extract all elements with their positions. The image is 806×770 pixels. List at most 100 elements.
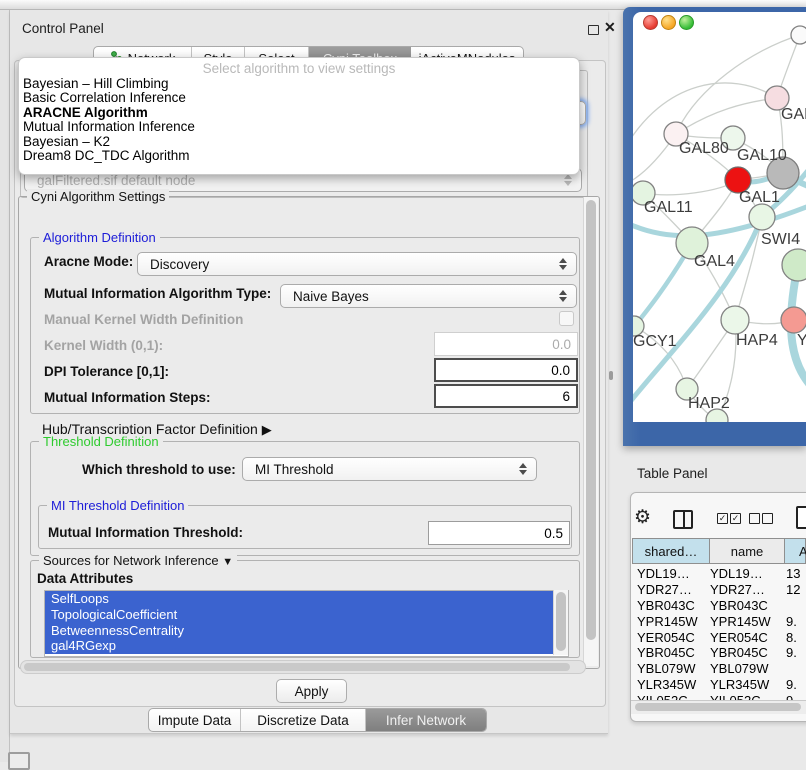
node-swi4[interactable] xyxy=(749,204,775,230)
left-dock-strip xyxy=(0,10,10,762)
float-window-icon[interactable] xyxy=(588,25,599,35)
sources-group-label: Sources for Network Inference xyxy=(43,553,219,568)
mi-type-combo[interactable]: Naive Bayes xyxy=(280,284,577,308)
tab-infer-network[interactable]: Infer Network xyxy=(366,709,486,731)
table-row[interactable]: YIL052C YIL052C 9 xyxy=(630,693,806,700)
cell: 8. xyxy=(786,630,806,646)
scrollbar-thumb[interactable] xyxy=(635,703,801,711)
node[interactable] xyxy=(782,249,806,281)
cell: YLR345W xyxy=(707,677,786,693)
gear-icon[interactable]: ⚙ xyxy=(634,506,651,529)
group-title: Threshold Definition xyxy=(39,434,163,449)
node-hap4[interactable] xyxy=(721,306,749,334)
list-item[interactable]: gal4RGexp xyxy=(45,638,568,654)
apply-button[interactable]: Apply xyxy=(276,679,347,703)
table-horizontal-scrollbar[interactable] xyxy=(631,700,806,714)
node-label: GCY1 xyxy=(633,333,677,350)
dropdown-item[interactable]: Bayesian – Hill Climbing xyxy=(19,77,579,91)
stepper-icon xyxy=(564,174,572,186)
table-row[interactable]: YLR345W YLR345W 9. xyxy=(630,677,806,693)
node-label: GAL xyxy=(781,106,806,123)
select-all-checkbox-icon[interactable]: ✓ xyxy=(717,513,728,524)
cell: YBR045C xyxy=(630,645,707,661)
table-row[interactable]: YER054C YER054C 8. xyxy=(630,630,806,646)
list-item[interactable]: TopologicalCoefficient xyxy=(45,607,568,623)
scrollbar-thumb[interactable] xyxy=(24,663,570,671)
table-row[interactable]: YDL19… YDL19… 13 xyxy=(630,566,806,582)
close-icon[interactable]: ✕ xyxy=(604,19,616,36)
dpi-tolerance-field[interactable]: 0.0 xyxy=(434,358,578,382)
which-threshold-combo[interactable]: MI Threshold xyxy=(242,457,537,481)
dropdown-item[interactable]: Basic Correlation Inference xyxy=(19,91,579,105)
mi-threshold-value: 0.5 xyxy=(544,526,563,541)
splitter-handle[interactable] xyxy=(609,371,613,380)
dropdown-item[interactable]: Bayesian – K2 xyxy=(19,135,579,149)
attributes-vertical-scrollbar[interactable] xyxy=(553,590,568,655)
tab-label: Infer Network xyxy=(386,713,466,728)
cell: YBR043C xyxy=(630,598,707,614)
mi-steps-value: 6 xyxy=(562,389,570,404)
cell: YER054C xyxy=(707,630,786,646)
table-row[interactable]: YBL079W YBL079W xyxy=(630,661,806,677)
dropdown-placeholder: Select algorithm to view settings xyxy=(19,58,579,77)
mi-type-value: Naive Bayes xyxy=(293,289,369,304)
cell: YLR345W xyxy=(630,677,707,693)
node-label: GAL4 xyxy=(694,253,735,270)
scrollbar-thumb[interactable] xyxy=(556,592,566,651)
mi-steps-field[interactable]: 6 xyxy=(434,384,578,408)
column-header-name[interactable]: name xyxy=(710,538,785,564)
manual-kernel-checkbox[interactable] xyxy=(559,311,574,326)
dpi-tolerance-label: DPI Tolerance [0,1]: xyxy=(44,364,169,379)
node-salmon[interactable] xyxy=(781,307,806,333)
node-label: GAL80 xyxy=(679,140,729,157)
stepper-icon xyxy=(519,463,527,475)
table-row[interactable]: YBR043C YBR043C xyxy=(630,598,806,614)
columns-icon[interactable] xyxy=(673,510,693,529)
cell: YPR145W xyxy=(630,614,707,630)
column-header-label: shared… xyxy=(645,544,698,559)
deselect-all-checkbox-icon[interactable] xyxy=(749,513,760,524)
cell: 9. xyxy=(786,614,806,630)
tab-impute-data[interactable]: Impute Data xyxy=(149,709,241,731)
tab-discretize-data[interactable]: Discretize Data xyxy=(241,709,366,731)
settings-vertical-scrollbar[interactable] xyxy=(583,197,598,666)
cell: YBL079W xyxy=(707,661,786,677)
node-label: HAP2 xyxy=(688,395,730,412)
dpi-tolerance-value: 0.0 xyxy=(551,363,570,378)
cell: YDR27… xyxy=(630,582,707,598)
sources-group-title[interactable]: Sources for Network Inference ▼ xyxy=(39,553,237,568)
function-builder-icon[interactable] xyxy=(796,506,806,529)
network-graph[interactable]: GAL GAL80 GAL10 GAL1 GAL11 SWI4 GAL4 GCY… xyxy=(633,12,806,422)
column-header-shared-name[interactable]: shared… xyxy=(632,538,710,564)
stepper-icon xyxy=(559,290,567,302)
dropdown-item-selected[interactable]: ARACNE Algorithm xyxy=(19,106,579,120)
node[interactable] xyxy=(791,26,806,44)
column-header-partial[interactable]: A xyxy=(785,538,806,564)
select-all-checkbox-icon[interactable]: ✓ xyxy=(730,513,741,524)
table-row[interactable]: YBR045C YBR045C 9. xyxy=(630,645,806,661)
dropdown-item[interactable]: Mutual Information Inference xyxy=(19,120,579,134)
deselect-all-checkbox-icon[interactable] xyxy=(762,513,773,524)
list-item[interactable]: SelfLoops xyxy=(45,591,568,607)
network-nodes[interactable] xyxy=(633,26,806,422)
column-header-label: name xyxy=(731,544,764,559)
kernel-width-field[interactable]: 0.0 xyxy=(434,332,578,356)
cell: 9. xyxy=(786,677,806,693)
dropdown-item[interactable]: Dream8 DC_TDC Algorithm xyxy=(19,149,579,163)
scrollbar-thumb[interactable] xyxy=(586,200,596,640)
mi-threshold-label: Mutual Information Threshold: xyxy=(48,525,243,540)
cell: YDR27… xyxy=(707,582,786,598)
node-label: GAL1 xyxy=(739,189,780,206)
column-header-label: A xyxy=(799,544,806,559)
dock-panel-icon[interactable] xyxy=(8,752,30,770)
mi-threshold-field[interactable]: 0.5 xyxy=(428,521,570,545)
aracne-mode-combo[interactable]: Discovery xyxy=(137,252,577,276)
cell xyxy=(786,661,806,677)
table-rows: YDL19… YDL19… 13 YDR27… YDR27… 12 YBR043… xyxy=(630,566,806,700)
kernel-width-value: 0.0 xyxy=(552,337,571,352)
table-row[interactable]: YPR145W YPR145W 9. xyxy=(630,614,806,630)
settings-horizontal-scrollbar[interactable] xyxy=(20,660,586,674)
table-row[interactable]: YDR27… YDR27… 12 xyxy=(630,582,806,598)
node-label: GAL11 xyxy=(644,199,693,216)
list-item[interactable]: BetweennessCentrality xyxy=(45,623,568,639)
